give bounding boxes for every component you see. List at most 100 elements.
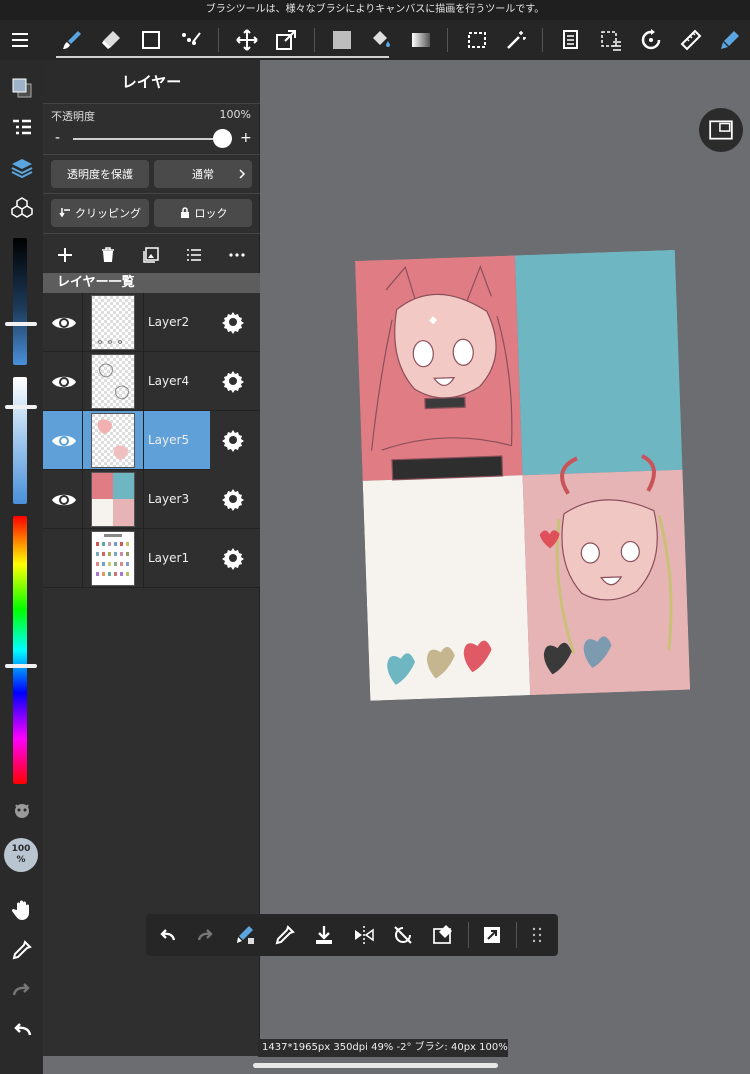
active-tool-indicator: [56, 56, 389, 58]
canvas-artwork[interactable]: [355, 249, 691, 701]
layer-row-selected[interactable]: Layer5: [43, 411, 260, 470]
hand-icon[interactable]: [6, 894, 38, 926]
materials-icon[interactable]: [6, 192, 38, 224]
flip-horizontal-icon[interactable]: [352, 923, 376, 947]
eyedropper-icon[interactable]: [6, 934, 38, 966]
layer-list-icon[interactable]: [182, 243, 206, 267]
pen-settings-icon[interactable]: [714, 24, 746, 56]
undo-icon[interactable]: [155, 923, 179, 947]
protect-alpha-button[interactable]: 透明度を保護: [51, 160, 149, 188]
shape-icon[interactable]: [135, 24, 167, 56]
visibility-eye-icon[interactable]: [45, 411, 83, 470]
left-rail: 100 %: [0, 60, 43, 1074]
drag-handle-icon[interactable]: [525, 923, 549, 947]
opacity-increase-button[interactable]: +: [240, 130, 252, 146]
visibility-eye-icon[interactable]: [45, 352, 83, 411]
redo-icon[interactable]: [6, 974, 38, 1006]
bucket-icon[interactable]: [365, 24, 397, 56]
layer-thumbnail: [91, 295, 135, 350]
opacity-value: 100%: [219, 108, 251, 121]
layer-name: Layer3: [148, 492, 190, 506]
list-panel-icon[interactable]: [6, 112, 38, 144]
hue-slider-thumb[interactable]: [5, 664, 37, 668]
gradient-icon[interactable]: [405, 24, 437, 56]
add-layer-icon[interactable]: [53, 243, 77, 267]
layer-row[interactable]: Layer2: [43, 293, 260, 352]
layer-panel: レイヤー 不透明度 100% - + 透明度を保護 通常 クリッピング ロック: [43, 60, 260, 1056]
layer-row[interactable]: Layer1: [43, 529, 260, 588]
magic-wand-icon[interactable]: [500, 24, 532, 56]
move-icon[interactable]: [231, 24, 263, 56]
panel-title: レイヤー: [43, 60, 260, 104]
tool-hint-bar: ブラシツールは、様々なブラシによりキャンバスに描画を行うツールです。: [0, 0, 750, 20]
more-icon[interactable]: [225, 243, 249, 267]
opacity-label: 不透明度: [51, 110, 95, 123]
brush-eraser-toggle-icon[interactable]: [233, 923, 257, 947]
frame-icon: [709, 120, 733, 140]
status-bar: 1437*1965px 350dpi 49% -2° ブラシ: 40px 100…: [258, 1039, 508, 1057]
ruler-icon[interactable]: [675, 24, 707, 56]
expand-icon[interactable]: [480, 923, 504, 947]
layer-name: Layer5: [148, 433, 190, 447]
visibility-eye-icon[interactable]: [45, 293, 83, 352]
layer-name: Layer4: [148, 374, 190, 388]
color-swatch-icon[interactable]: [6, 72, 38, 104]
zoom-badge[interactable]: 100 %: [4, 838, 38, 872]
saturation-slider[interactable]: [13, 377, 27, 504]
layer-settings-gear-icon[interactable]: [221, 310, 245, 334]
undo-icon[interactable]: [6, 1014, 38, 1046]
layer-name: Layer2: [148, 315, 190, 329]
layer-thumbnail: [91, 531, 135, 586]
dot-icon[interactable]: [175, 24, 207, 56]
brightness-slider[interactable]: [13, 238, 27, 365]
chevron-right-icon: [239, 169, 246, 179]
layer-settings-gear-icon[interactable]: [221, 428, 245, 452]
main-toolbar: [0, 20, 750, 60]
view-mode-button[interactable]: [699, 108, 743, 152]
layer-copy-icon[interactable]: [555, 24, 587, 56]
layer-actions: [43, 238, 260, 272]
layer-row[interactable]: Layer3: [43, 470, 260, 529]
layers-icon[interactable]: [6, 152, 38, 184]
redo-icon[interactable]: [194, 923, 218, 947]
clear-layer-icon[interactable]: [431, 923, 455, 947]
layer-thumbnail: [91, 354, 135, 409]
rotate-reset-icon[interactable]: [391, 923, 415, 947]
trash-icon[interactable]: [96, 243, 120, 267]
fill-color-icon[interactable]: [326, 24, 358, 56]
opacity-slider-thumb[interactable]: [213, 129, 232, 148]
visibility-eye-icon[interactable]: [45, 470, 83, 529]
lock-button[interactable]: ロック: [154, 199, 252, 227]
hue-slider[interactable]: [13, 516, 27, 784]
saturation-slider-thumb[interactable]: [5, 405, 37, 409]
select-settings-icon[interactable]: [595, 24, 627, 56]
clipping-button[interactable]: クリッピング: [51, 199, 149, 227]
layer-row[interactable]: Layer4: [43, 352, 260, 411]
quick-action-bar: [146, 914, 558, 956]
eyedropper-icon[interactable]: [273, 923, 297, 947]
mascot-icon[interactable]: [6, 795, 38, 827]
select-icon[interactable]: [461, 24, 493, 56]
clipping-arrow-icon: [59, 208, 70, 218]
opacity-decrease-button[interactable]: -: [55, 130, 60, 146]
lock-icon: [180, 207, 189, 218]
brush-icon[interactable]: [56, 24, 88, 56]
layer-name: Layer1: [148, 551, 190, 565]
import-icon[interactable]: [312, 923, 336, 947]
transform-icon[interactable]: [270, 24, 302, 56]
layer-thumbnail: [91, 413, 135, 468]
layer-image-icon[interactable]: [139, 243, 163, 267]
layer-settings-gear-icon[interactable]: [221, 546, 245, 570]
visibility-hidden[interactable]: [45, 529, 83, 588]
blend-mode-button[interactable]: 通常: [154, 160, 252, 188]
layer-settings-gear-icon[interactable]: [221, 487, 245, 511]
menu-icon[interactable]: [4, 24, 36, 56]
layer-list-title: レイヤー一覧: [43, 273, 260, 293]
home-indicator: [253, 1063, 498, 1068]
brightness-slider-thumb[interactable]: [5, 322, 37, 326]
rotate-icon[interactable]: [635, 24, 667, 56]
opacity-slider[interactable]: [73, 138, 223, 140]
eraser-icon[interactable]: [95, 24, 127, 56]
layer-thumbnail: [91, 472, 135, 527]
layer-settings-gear-icon[interactable]: [221, 369, 245, 393]
